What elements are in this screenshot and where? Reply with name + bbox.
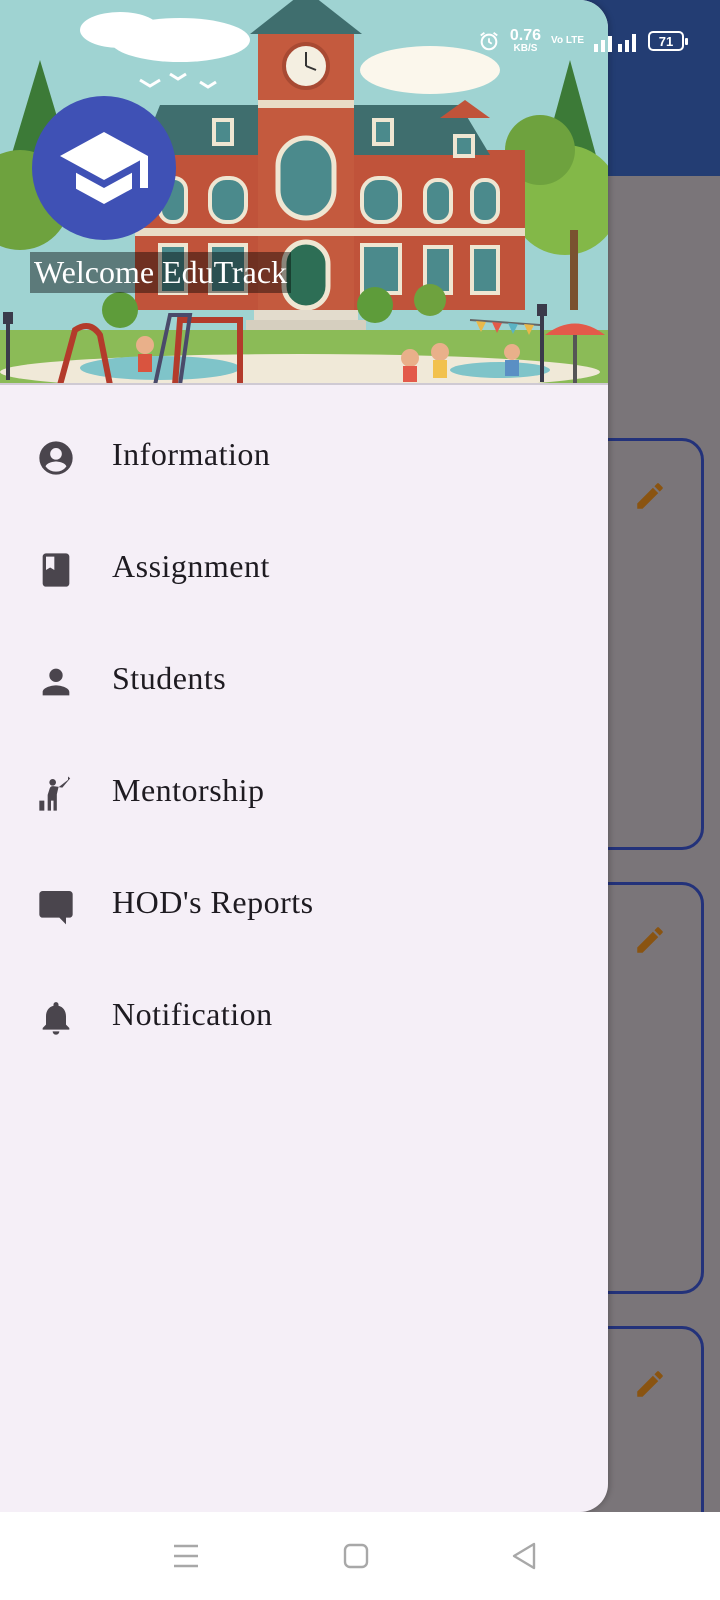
battery-icon: 71 — [648, 31, 688, 51]
menu-item-assignment[interactable]: Assignment — [0, 512, 608, 624]
menu-lines-icon — [174, 1544, 198, 1568]
book-icon — [36, 550, 76, 590]
edit-icon[interactable] — [633, 923, 667, 957]
menu-item-information[interactable]: Information — [0, 400, 608, 512]
navigation-drawer[interactable]: Welcome EduTrack Information Assignment … — [0, 0, 608, 1512]
menu-item-mentorship[interactable]: Mentorship — [0, 736, 608, 848]
alarm-icon — [480, 32, 498, 51]
signal-icon — [594, 34, 636, 52]
edit-icon[interactable] — [633, 1367, 667, 1401]
system-navigation-bar — [0, 1512, 720, 1600]
menu-item-label: Students — [112, 660, 227, 696]
volte-indicator: Vo LTE — [551, 35, 584, 46]
status-icons: 0.76 KB/S Vo LTE 71 — [478, 27, 688, 54]
avatar — [32, 96, 176, 240]
back-button[interactable] — [504, 1536, 544, 1576]
mentorship-icon — [36, 774, 76, 814]
menu-item-label: Notification — [112, 996, 273, 1032]
graduation-cap-icon — [60, 132, 148, 204]
menu-item-students[interactable]: Students — [0, 624, 608, 736]
menu-item-label: HOD's Reports — [112, 884, 314, 920]
status-bar: 0.76 KB/S Vo LTE 71 — [0, 0, 720, 86]
network-speed: 0.76 KB/S — [509, 27, 542, 54]
menu-item-label: Assignment — [112, 548, 270, 584]
account-circle-icon — [36, 438, 76, 478]
edit-icon[interactable] — [633, 479, 667, 513]
person-icon — [36, 662, 76, 702]
menu-item-notification[interactable]: Notification — [0, 960, 608, 1072]
back-triangle-icon — [512, 1542, 536, 1570]
bell-icon — [36, 998, 76, 1038]
menu-item-label: Mentorship — [112, 772, 265, 808]
welcome-text: Welcome EduTrack — [30, 252, 292, 293]
recents-button[interactable] — [166, 1536, 206, 1576]
menu-item-hod-reports[interactable]: HOD's Reports — [0, 848, 608, 960]
square-icon — [343, 1543, 369, 1569]
drawer-menu: Information Assignment Students Mentorsh… — [0, 400, 608, 1072]
menu-item-label: Information — [112, 436, 271, 472]
chat-bubble-icon — [36, 886, 76, 926]
home-button[interactable] — [336, 1536, 376, 1576]
